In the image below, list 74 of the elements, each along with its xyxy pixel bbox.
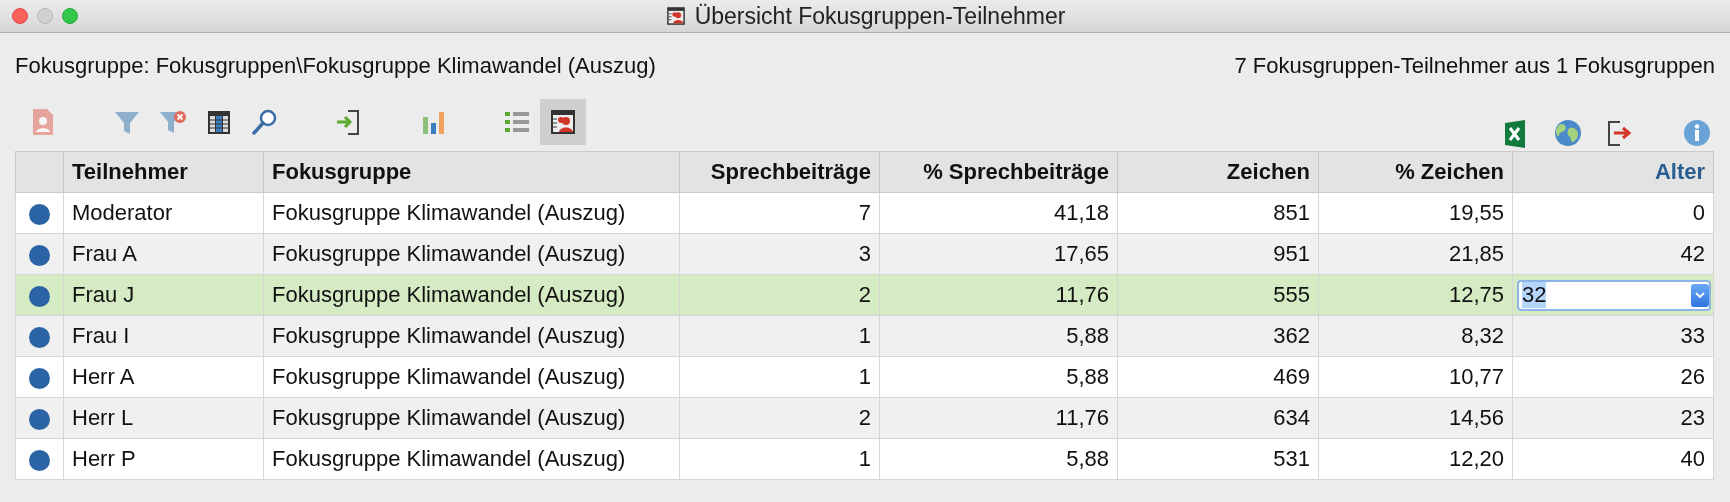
table-cell: 33 [1512,315,1714,357]
info-icon [1682,118,1712,148]
table-cell: Frau A [63,233,264,275]
table-cell: 17,65 [879,233,1118,275]
table-cell: Moderator [63,192,264,234]
table-cell: Frau I [63,315,264,357]
table-row[interactable]: Herr L Fokusgruppe Klimawandel (Auszug) 2 11,76 634 14,56 23 [15,397,1714,439]
table-row[interactable]: Moderator Fokusgruppe Klimawandel (Auszug) 7 41,18 851 19,55 0 [15,192,1714,234]
table-cell: Fokusgruppe Klimawandel (Auszug) [263,274,680,316]
table-cell: 7 [679,192,880,234]
table-cell: 5,88 [879,315,1118,357]
table-cell: 21,85 [1318,233,1513,275]
table-cell: 1 [679,356,880,398]
table-cell: 851 [1117,192,1319,234]
table-cell: Fokusgruppe Klimawandel (Auszug) [263,397,680,439]
participant-table-icon [548,107,578,137]
table-cell: 1 [679,315,880,357]
table-cell: 12,75 [1318,274,1513,316]
table-cell: 19,55 [1318,192,1513,234]
table-row[interactable]: Herr P Fokusgruppe Klimawandel (Auszug) 1 5,88 531 12,20 40 [15,438,1714,480]
table-cell: 2 [679,397,880,439]
table-cell: 469 [1117,356,1319,398]
table-cell: 11,76 [879,397,1118,439]
table-cell: 5,88 [879,438,1118,480]
table-cell: 23 [1512,397,1714,439]
table-cell: Fokusgruppe Klimawandel (Auszug) [263,315,680,357]
column-header[interactable]: Teilnehmer [63,151,264,193]
close-button[interactable] [12,8,28,24]
column-header[interactable]: Sprechbeiträge [679,151,880,193]
table-cell: 8,32 [1318,315,1513,357]
column-header[interactable]: Zeichen [1117,151,1319,193]
table-row[interactable]: Frau I Fokusgruppe Klimawandel (Auszug) 1 5,88 362 8,32 33 [15,315,1714,357]
table-cell: 0 [1512,192,1714,234]
table-cell: Fokusgruppe Klimawandel (Auszug) [263,438,680,480]
column-header[interactable]: % Sprechbeiträge [879,151,1118,193]
table-cell: 634 [1117,397,1319,439]
participant-count-label: 7 Fokusgruppen-Teilnehmer aus 1 Fokusgruppen [1234,53,1715,79]
column-header[interactable]: Alter [1512,151,1714,193]
table-cell: 40 [1512,438,1714,480]
table-cell: 42 [1512,233,1714,275]
table-cell: 2 [679,274,880,316]
table-cell: Herr L [63,397,264,439]
table-cell: Fokusgruppe Klimawandel (Auszug) [263,192,680,234]
table-cell: 10,77 [1318,356,1513,398]
table-cell: Fokusgruppe Klimawandel (Auszug) [263,356,680,398]
column-header[interactable]: % Zeichen [1318,151,1513,193]
zoom-button[interactable] [62,8,78,24]
table-cell: Herr P [63,438,264,480]
group-path-label: Fokusgruppe: Fokusgruppen\Fokusgruppe Klimawandel (Auszug) [15,53,656,79]
table-cell: 362 [1117,315,1319,357]
table-row[interactable]: Frau J Fokusgruppe Klimawandel (Auszug) 2 11,76 555 12,75 32 [15,274,1714,316]
toolbar-button[interactable] [540,99,586,145]
table-cell: Fokusgruppe Klimawandel (Auszug) [263,233,680,275]
column-header[interactable]: Fokusgruppe [263,151,680,193]
table-cell: 14,56 [1318,397,1513,439]
table-cell: 5,88 [879,356,1118,398]
table-cell: 3 [679,233,880,275]
window-title: Übersicht Fokusgruppen-Teilnehmer [694,2,1066,30]
participant-table-icon [664,5,687,27]
table-cell: 12,20 [1318,438,1513,480]
table-cell: 1 [679,438,880,480]
table-row[interactable]: Herr A Fokusgruppe Klimawandel (Auszug) 1 5,88 469 10,77 26 [15,356,1714,398]
table-cell: 11,76 [879,274,1118,316]
chevron-down-icon [1695,291,1705,299]
table-cell: 555 [1117,274,1319,316]
table-cell: 26 [1512,356,1714,398]
table-row[interactable]: Frau A Fokusgruppe Klimawandel (Auszug) 3 17,65 951 21,85 42 [15,233,1714,275]
table-cell: Frau J [63,274,264,316]
table-cell: 531 [1117,438,1319,480]
globe-icon [1553,118,1583,148]
table-cell: Herr A [63,356,264,398]
age-combo-box[interactable]: 32 [1517,279,1711,311]
table-cell: 951 [1117,233,1319,275]
table-cell: 41,18 [879,192,1118,234]
